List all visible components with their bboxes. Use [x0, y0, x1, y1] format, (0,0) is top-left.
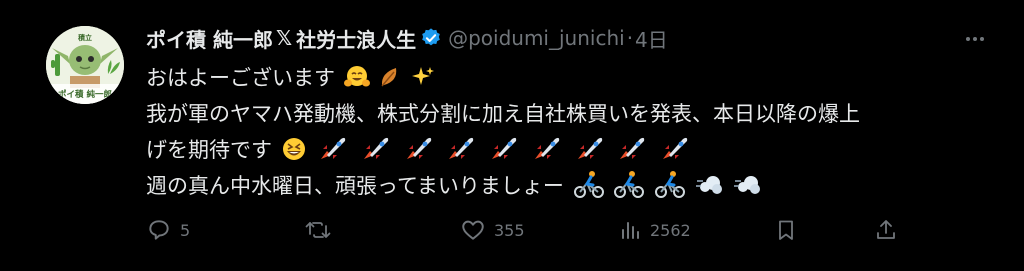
sparkles-emoji: [411, 60, 435, 96]
rocket-emoji: [572, 132, 606, 168]
heart-icon: [462, 220, 484, 240]
rocket-emoji: [614, 132, 648, 168]
tweet-actions: 5 355 2562: [146, 214, 906, 246]
rocket-emoji: [315, 132, 349, 168]
tweet-line-text: げを期待です: [146, 138, 272, 162]
tweet-header: ポイ積 純一郎 𝕏 社労士浪人生 @poidumi_junichi · 4日: [146, 20, 668, 56]
grinning-squint-emoji: [281, 132, 307, 168]
views-button[interactable]: 2562: [620, 214, 691, 246]
avatar[interactable]: ポイ積 純一郎 積立: [46, 26, 124, 104]
tweet-line-4: 週の真ん中水曜日、頑張ってまいりましょー: [146, 168, 1006, 204]
tweet-line-text: おはよーございます: [146, 66, 335, 90]
yoda-avatar-image: ポイ積 純一郎 積立: [46, 26, 124, 104]
tweet-line-text: 週の真ん中水曜日、頑張ってまいりましょー: [146, 174, 564, 198]
bookmark-button[interactable]: [774, 214, 798, 246]
rocket-emoji: [529, 132, 563, 168]
share-button[interactable]: [874, 214, 898, 246]
more-options-icon[interactable]: [960, 24, 990, 54]
tweet: ポイ積 純一郎 積立 ポイ積 純一郎 𝕏 社労士浪人生 @poidumi_jun…: [0, 0, 1024, 271]
rocket-emoji: [657, 132, 691, 168]
tweet-line-2: 我が軍のヤマハ発動機、株式分割に加え自社株買いを発表、本日以降の爆上: [146, 96, 1006, 132]
tweet-text: おはよーございます 我が軍のヤマハ発動機、株式分割に加え自社株買いを発表、本日以…: [146, 60, 1006, 204]
tweet-line-text: 我が軍のヤマハ発動機、株式分割に加え自社株買いを発表、本日以降の爆上: [146, 102, 860, 126]
like-button[interactable]: 355: [460, 214, 525, 246]
cyclist-emoji: [613, 168, 645, 204]
repost-button[interactable]: [304, 214, 340, 246]
tweet-line-3: げを期待です: [146, 132, 1006, 168]
dot-separator: ·: [626, 26, 634, 50]
verified-badge-icon: [420, 27, 442, 49]
rocket-emoji: [401, 132, 435, 168]
user-handle[interactable]: @poidumi_junichi: [448, 26, 625, 50]
rocket-emoji: [443, 132, 477, 168]
dash-emoji: [695, 168, 725, 204]
hugging-face-emoji: [343, 60, 370, 96]
fallen-leaf-emoji: [378, 60, 402, 96]
display-name-suffix[interactable]: 社労士浪人生: [296, 24, 416, 53]
rocket-emoji: [358, 132, 392, 168]
cyclist-emoji: [573, 168, 605, 204]
like-count: 355: [494, 220, 525, 240]
reply-icon: [149, 220, 169, 240]
rocket-emoji: [486, 132, 520, 168]
avatar-badge: 積立: [77, 33, 92, 42]
x-logo-icon: 𝕏: [275, 26, 293, 50]
views-chart-icon: [622, 222, 639, 239]
timestamp[interactable]: 4日: [635, 24, 668, 53]
cyclist-emoji: [654, 168, 686, 204]
display-name[interactable]: ポイ積 純一郎: [146, 24, 273, 53]
repost-icon: [305, 222, 331, 238]
dash-emoji: [733, 168, 763, 204]
reply-count: 5: [180, 220, 191, 240]
reply-button[interactable]: 5: [146, 214, 190, 246]
share-icon: [877, 220, 895, 239]
avatar-caption: ポイ積 純一郎: [58, 89, 112, 100]
bookmark-icon: [779, 220, 793, 240]
tweet-line-1: おはよーございます: [146, 60, 1006, 96]
views-count: 2562: [650, 220, 691, 240]
